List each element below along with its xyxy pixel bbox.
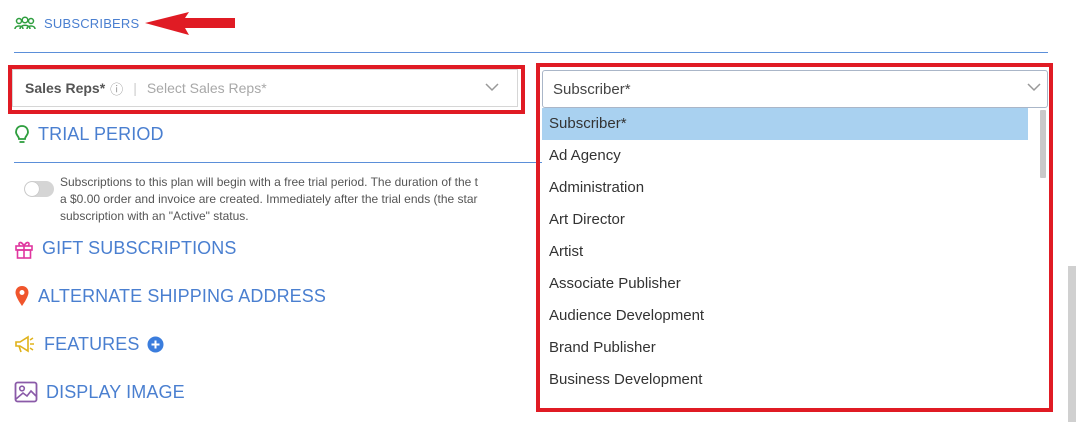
dropdown-option[interactable]: Brand Publisher bbox=[542, 332, 1028, 364]
display-image-section[interactable]: DISPLAY IMAGE bbox=[14, 381, 185, 403]
features-section[interactable]: FEATURES bbox=[14, 334, 164, 355]
map-pin-icon bbox=[15, 286, 29, 306]
image-icon bbox=[14, 381, 38, 403]
display-image-title: DISPLAY IMAGE bbox=[46, 381, 185, 402]
dropdown-option[interactable]: Subscriber* bbox=[542, 108, 1028, 140]
gift-subscriptions-title: GIFT SUBSCRIPTIONS bbox=[42, 238, 237, 258]
dropdown-option[interactable]: Business Development bbox=[542, 364, 1028, 396]
info-icon: ⓘ bbox=[110, 81, 124, 97]
trial-divider bbox=[14, 162, 542, 163]
sales-reps-label: Sales Reps* bbox=[25, 80, 106, 96]
dropdown-option[interactable]: Audience Development bbox=[542, 300, 1028, 332]
subscribers-label: SUBSCRIBERS bbox=[44, 15, 140, 31]
red-arrow-annotation bbox=[145, 12, 235, 35]
subscriber-type-value: Subscriber* bbox=[553, 80, 631, 98]
chevron-down-icon[interactable] bbox=[1027, 82, 1041, 92]
dropdown-option[interactable]: Administration bbox=[542, 172, 1028, 204]
subscriber-type-options[interactable]: Subscriber* Ad Agency Administration Art… bbox=[542, 108, 1048, 408]
chevron-down-icon[interactable] bbox=[485, 82, 499, 92]
megaphone-icon bbox=[15, 335, 34, 352]
trial-description: Subscriptions to this plan will begin wi… bbox=[60, 175, 479, 223]
features-title: FEATURES bbox=[44, 334, 140, 354]
sales-reps-placeholder: Select Sales Reps* bbox=[146, 80, 267, 96]
trial-period-toggle[interactable] bbox=[24, 181, 54, 197]
dropdown-option[interactable]: Art Director bbox=[542, 204, 1028, 236]
subscriber-type-select[interactable]: Subscriber* bbox=[542, 70, 1048, 108]
dropdown-option[interactable]: Ad Agency bbox=[542, 140, 1028, 172]
field-separator: | bbox=[133, 80, 137, 96]
dropdown-option[interactable]: Associate Publisher bbox=[542, 268, 1028, 300]
dropdown-scrollbar[interactable] bbox=[1040, 110, 1046, 178]
sales-reps-select[interactable]: Sales Reps* ⓘ | Select Sales Reps* bbox=[12, 69, 518, 107]
trial-period-title: TRIAL PERIOD bbox=[38, 124, 164, 144]
gift-subscriptions-section[interactable]: GIFT SUBSCRIPTIONS bbox=[14, 238, 237, 259]
alternate-shipping-title: ALTERNATE SHIPPING ADDRESS bbox=[38, 285, 326, 306]
toggle-knob bbox=[25, 182, 39, 196]
dropdown-option[interactable]: Artist bbox=[542, 236, 1028, 268]
subscribers-header[interactable]: SUBSCRIBERS bbox=[14, 14, 139, 32]
add-feature-icon[interactable] bbox=[147, 336, 164, 353]
lightbulb-icon bbox=[15, 124, 29, 143]
subscribers-divider bbox=[14, 52, 1048, 53]
page-scrollbar[interactable] bbox=[1068, 266, 1076, 422]
alternate-shipping-section[interactable]: ALTERNATE SHIPPING ADDRESS bbox=[14, 285, 326, 307]
users-icon bbox=[14, 16, 36, 30]
trial-period-section[interactable]: TRIAL PERIOD bbox=[14, 124, 164, 145]
gift-icon bbox=[15, 241, 33, 259]
